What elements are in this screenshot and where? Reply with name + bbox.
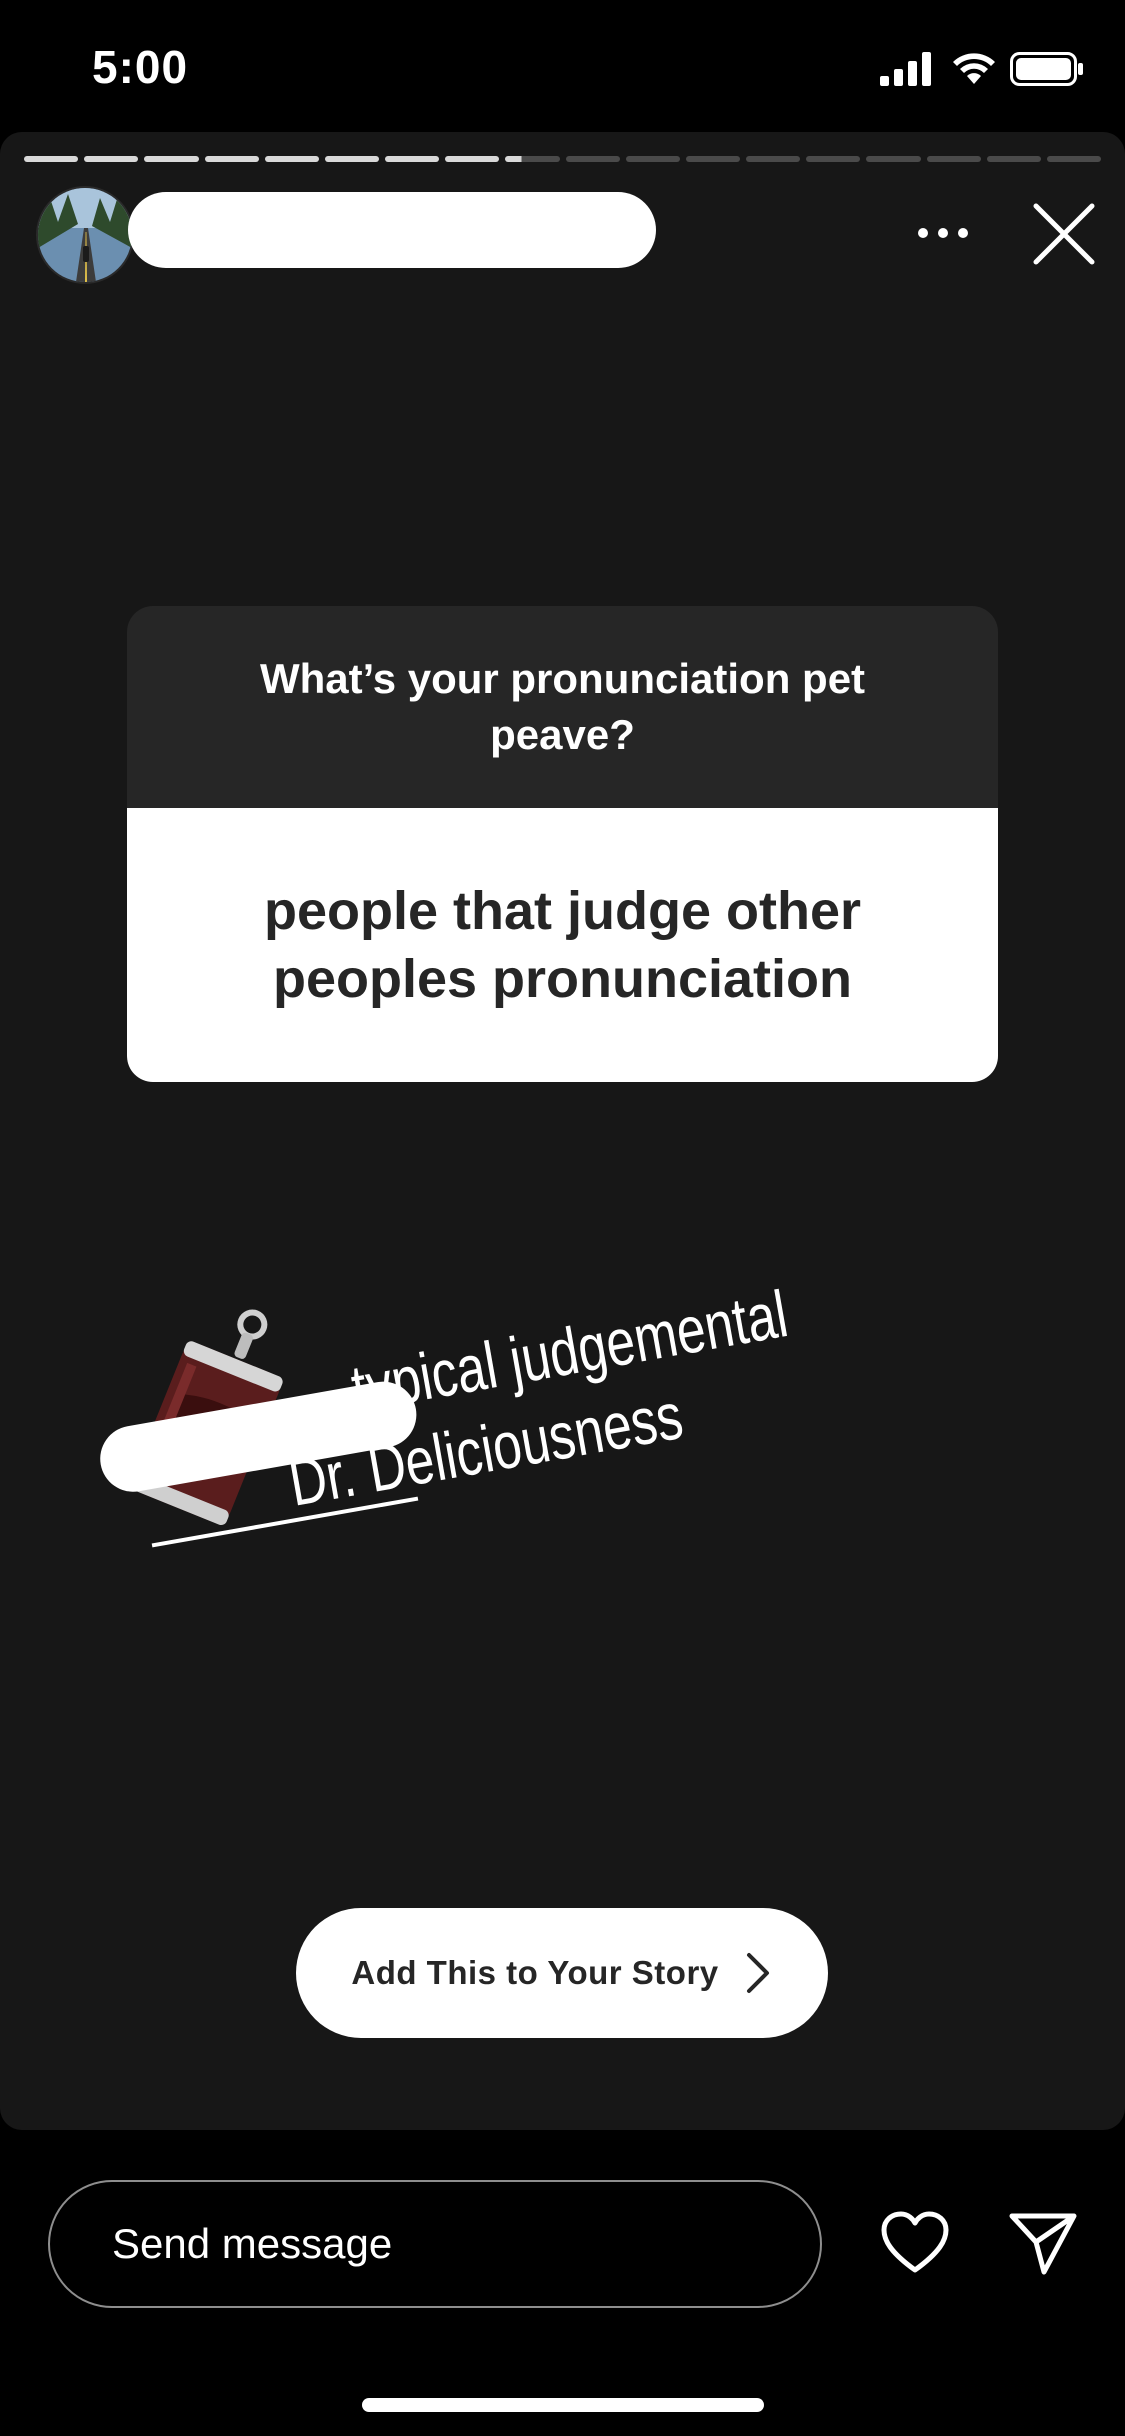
- question-answer: people that judge other peoples pronunci…: [127, 808, 998, 1082]
- send-message-input[interactable]: Send message: [48, 2180, 822, 2308]
- status-bar: 5:00: [0, 0, 1125, 130]
- question-sticker[interactable]: What’s your pronunciation pet peave? peo…: [127, 606, 998, 1082]
- story-progress-segment: [746, 156, 801, 162]
- wifi-icon: [953, 53, 995, 84]
- chevron-right-icon: [746, 1953, 769, 1993]
- question-header: What’s your pronunciation pet peave?: [127, 606, 998, 808]
- story-progress-segment: [505, 156, 560, 162]
- status-time: 5:00: [92, 41, 189, 93]
- story-viewer[interactable]: What’s your pronunciation pet peave? peo…: [0, 132, 1125, 2130]
- add-to-story-label: Add This to Your Story: [351, 1954, 719, 1991]
- story-progress-segment: [986, 156, 1041, 162]
- question-text: What’s your pronunciation pet peave?: [259, 655, 866, 758]
- story-progress-segment: [1046, 156, 1102, 162]
- more-options-icon[interactable]: [918, 228, 968, 238]
- story-progress-segment: [385, 156, 440, 162]
- avatar-image: [38, 188, 132, 282]
- story-progress-segment: [625, 156, 680, 162]
- add-to-story-button[interactable]: Add This to Your Story: [296, 1908, 828, 2038]
- story-progress-bar: [24, 156, 1102, 162]
- story-progress-segment: [264, 156, 319, 162]
- story-progress-segment: [926, 156, 981, 162]
- story-progress-segment: [24, 156, 79, 162]
- send-message-placeholder: Send message: [112, 2220, 393, 2267]
- send-icon[interactable]: [1008, 2210, 1078, 2276]
- story-progress-segment: [445, 156, 500, 162]
- avatar[interactable]: [36, 186, 134, 284]
- story-text-overlay: typical judgemental Dr. Deliciousness: [100, 1241, 999, 1550]
- story-progress-segment: [84, 156, 139, 162]
- story-progress-segment: [144, 156, 199, 162]
- answer-text: people that judge other peoples pronunci…: [263, 881, 861, 1009]
- heart-icon[interactable]: [880, 2210, 950, 2276]
- story-progress-segment: [565, 156, 620, 162]
- story-progress-segment: [806, 156, 861, 162]
- story-progress-segment: [204, 156, 259, 162]
- battery-icon: [1010, 52, 1083, 86]
- close-icon[interactable]: [1032, 202, 1096, 266]
- story-progress-segment: [324, 156, 380, 162]
- cellular-signal-icon: [880, 52, 931, 86]
- username-redaction: [128, 192, 656, 268]
- story-progress-segment: [866, 156, 921, 162]
- home-indicator: [362, 2398, 764, 2412]
- story-progress-segment: [685, 156, 741, 162]
